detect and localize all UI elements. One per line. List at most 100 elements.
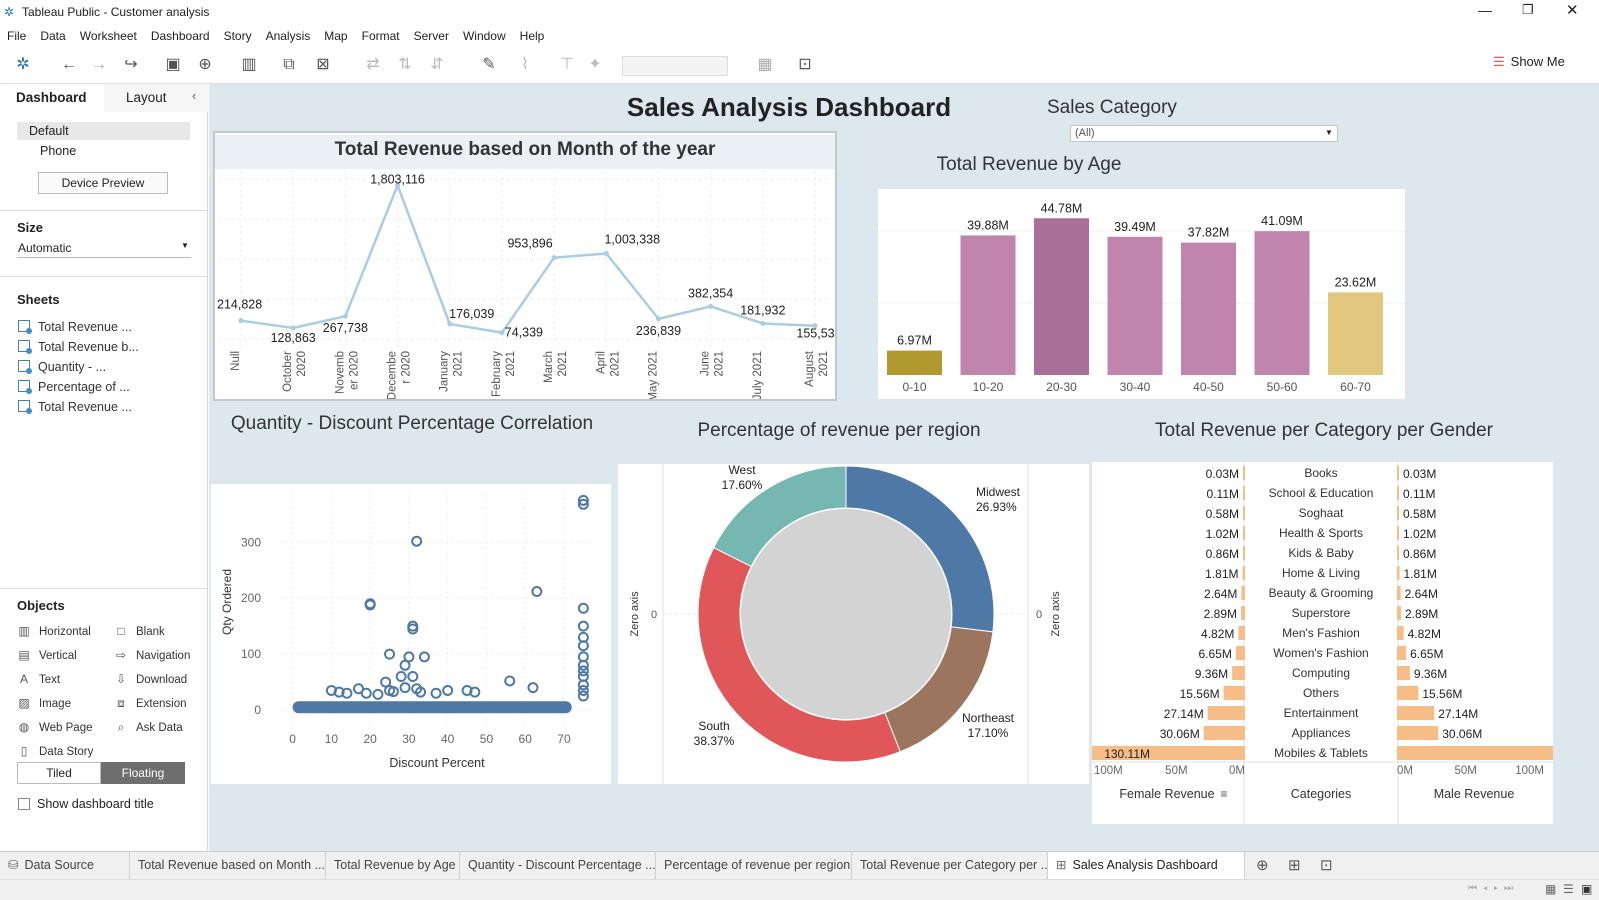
tick-label: 50-60 [1267, 380, 1298, 394]
object-navigation[interactable]: ⇨ Navigation [114, 648, 190, 662]
tiled-toggle[interactable]: Tiled [17, 762, 101, 784]
category-label: Home & Living [1282, 566, 1360, 580]
list-view-icon[interactable]: ☰ [1563, 882, 1574, 896]
tab-sheet[interactable]: Total Revenue based on Month ... [130, 852, 326, 880]
tableau-logo-icon[interactable]: ✲ [12, 54, 34, 76]
sheet-item[interactable]: Total Revenue ... [18, 320, 132, 334]
new-worksheet-tab-icon[interactable]: ⊕ [1256, 856, 1269, 874]
menu-story[interactable]: Story [217, 24, 259, 43]
replay-icon[interactable]: ↪ [120, 54, 142, 76]
menu-map[interactable]: Map [317, 24, 354, 43]
collapse-icon[interactable]: ‹ [192, 88, 196, 103]
female-value-label: 0.03M [1206, 467, 1239, 481]
tab-sheet[interactable]: Percentage of revenue per region [656, 852, 852, 880]
minimize-icon[interactable]: — [1478, 2, 1492, 18]
device-phone[interactable]: Phone [40, 144, 76, 158]
sort-descending-icon[interactable]: ⇵ [426, 54, 448, 76]
sheet-item[interactable]: Total Revenue b... [18, 340, 139, 354]
new-dashboard-tab-icon[interactable]: ⊞ [1288, 856, 1301, 874]
show-cards-icon[interactable]: ▦ [754, 54, 776, 76]
menu-window[interactable]: Window [456, 24, 513, 43]
labels-icon[interactable]: ⊤ [556, 54, 578, 76]
tab-dashboard[interactable]: Dashboard [0, 84, 104, 112]
device-preview-button[interactable]: Device Preview [38, 172, 168, 194]
highlight-icon[interactable]: ✎ [478, 54, 500, 76]
object-web-page[interactable]: ◍ Web Page [17, 720, 93, 734]
tab-sheet[interactable]: Total Revenue by Age [326, 852, 460, 880]
menu-dashboard[interactable]: Dashboard [144, 24, 217, 43]
duplicate-sheet-icon[interactable]: ⧉ [278, 54, 300, 76]
object-data-story[interactable]: ▯ Data Story [17, 744, 94, 758]
fit-select[interactable] [622, 56, 728, 76]
menu-data[interactable]: Data [33, 24, 72, 43]
chart-title: Total Revenue by Age [936, 154, 1122, 175]
pin-icon[interactable]: ✦ [584, 54, 606, 76]
sheet-item[interactable]: Quantity - ... [18, 360, 106, 374]
window-title: Tableau Public - Customer analysis [22, 5, 210, 19]
object-vertical[interactable]: ▤ Vertical [17, 648, 76, 662]
female-value-label: 130.11M [1104, 747, 1150, 761]
clear-sheet-icon[interactable]: ⊠ [312, 54, 334, 76]
redo-icon[interactable]: → [88, 54, 110, 76]
x-tick-label: 50M [1165, 765, 1187, 777]
floating-toggle[interactable]: Floating [101, 762, 185, 784]
menu-help[interactable]: Help [513, 24, 552, 43]
tab-data-source[interactable]: ⛁ Data Source [0, 852, 130, 880]
menu-server[interactable]: Server [407, 24, 456, 43]
save-icon[interactable]: ▣ [162, 54, 184, 76]
menu-analysis[interactable]: Analysis [259, 24, 318, 43]
show-title-checkbox[interactable] [18, 798, 30, 810]
filmstrip-view-icon[interactable]: ▣ [1581, 882, 1592, 896]
tick-label: 2021 [453, 351, 465, 377]
series-header: Male Revenue [1434, 787, 1515, 801]
tab-sheet[interactable]: Total Revenue per Category per ... [852, 852, 1051, 880]
size-select[interactable]: Automatic ▼ [17, 238, 191, 258]
data-point [447, 321, 453, 327]
tab-sheet[interactable]: Quantity - Discount Percentage ... [460, 852, 656, 880]
category-label: Appliances [1292, 726, 1351, 740]
object-ask-data[interactable]: ⌕ Ask Data [114, 720, 183, 735]
object-text[interactable]: A Text [17, 672, 60, 686]
menu-format[interactable]: Format [355, 24, 407, 43]
object-download[interactable]: ⇩ Download [114, 672, 187, 686]
show-me-button[interactable]: ☰ Show Me [1493, 54, 1565, 70]
tab-dashboard-active[interactable]: ⊞ Sales Analysis Dashboard [1048, 852, 1245, 880]
gender-chart-panel: 0.03M 0.03M Books 0.11M 0.11M School & Educat… [1092, 462, 1553, 824]
male-bar [1397, 566, 1400, 580]
object-horizontal[interactable]: ▥ Horizontal [17, 624, 90, 638]
object-image[interactable]: ▨ Image [17, 696, 71, 710]
object-blank[interactable]: □ Blank [114, 624, 164, 638]
new-worksheet-icon[interactable]: ▥ [238, 54, 260, 76]
object-extension[interactable]: ⧈ Extension [114, 696, 186, 711]
sheet-navigation-icons[interactable]: ⏮◂▸⏭ [1468, 883, 1519, 894]
category-label: Women's Fashion [1273, 646, 1368, 660]
vertical-icon: ▤ [18, 648, 30, 662]
data-label: 155,530 [796, 327, 835, 341]
y-tick-label: 200 [241, 591, 261, 605]
slice-percent: 17.10% [968, 726, 1009, 740]
scatter-chart-panel: 0 10 20 30 40 50 60 70 0 100 200 300 Qty Ordered Disc… [211, 484, 611, 784]
menu-worksheet[interactable]: Worksheet [73, 24, 144, 43]
slice-label: West [728, 464, 756, 477]
device-default[interactable]: Default [17, 122, 190, 140]
group-icon[interactable]: ⌇ [514, 54, 536, 76]
undo-icon[interactable]: ← [58, 54, 80, 76]
restore-icon[interactable]: ❐ [1522, 2, 1534, 18]
menu-file[interactable]: File [0, 24, 33, 43]
sheet-item[interactable]: Total Revenue ... [18, 400, 132, 414]
data-point [577, 620, 589, 632]
swap-icon[interactable]: ⇄ [362, 54, 384, 76]
new-data-source-icon[interactable]: ⊕ [194, 54, 216, 76]
tab-layout[interactable]: Layout ‹ [104, 84, 208, 112]
sales-category-filter[interactable]: (All) ▼ [1070, 125, 1338, 142]
grid-view-icon[interactable]: ▦ [1545, 882, 1556, 896]
female-value-label: 4.82M [1201, 627, 1234, 641]
category-label: Kids & Baby [1288, 546, 1353, 560]
male-bar [1397, 526, 1399, 540]
presentation-mode-icon[interactable]: ⊡ [794, 54, 816, 76]
data-point [360, 687, 372, 699]
sort-ascending-icon[interactable]: ⇅ [394, 54, 416, 76]
close-icon[interactable]: ✕ [1566, 1, 1579, 19]
sheet-item[interactable]: Percentage of ... [18, 380, 130, 394]
new-story-tab-icon[interactable]: ⊡ [1320, 856, 1333, 874]
